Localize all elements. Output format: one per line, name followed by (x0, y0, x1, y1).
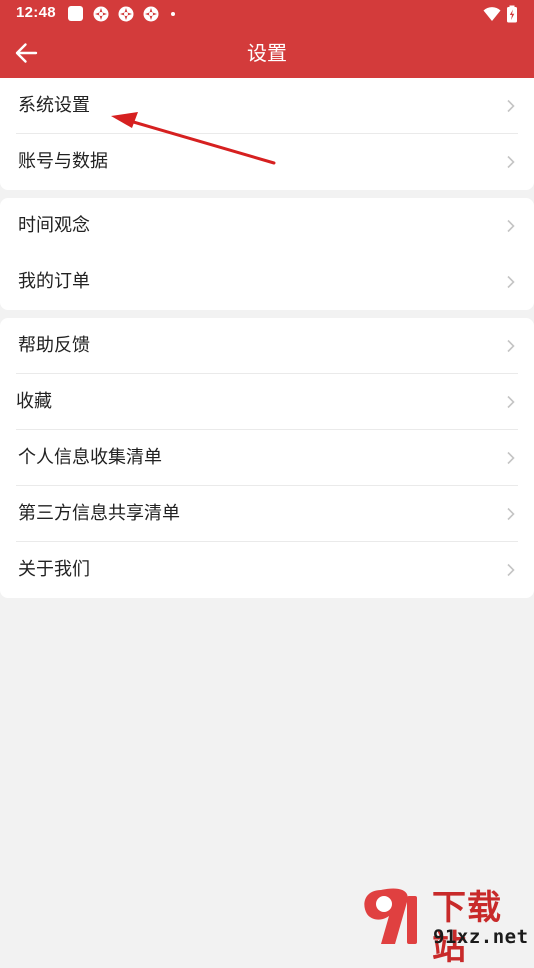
app-flower-icon (118, 6, 134, 22)
settings-group-about: 帮助反馈 收藏 个人信息收集清单 第三方信息共享清单 关于我们 (0, 318, 534, 598)
menu-item-personal-info-list[interactable]: 个人信息收集清单 (0, 430, 534, 486)
menu-item-label: 个人信息收集清单 (18, 447, 162, 468)
page-title: 设置 (247, 41, 287, 65)
menu-item-label: 账号与数据 (18, 151, 108, 172)
status-bar: 12:48 (0, 0, 534, 28)
menu-item-system-settings[interactable]: 系统设置 (0, 78, 534, 134)
menu-item-favorites[interactable]: 收藏 (0, 374, 534, 430)
app-flower-icon (93, 6, 109, 22)
chevron-right-icon (507, 275, 515, 289)
menu-item-label: 系统设置 (18, 95, 90, 116)
status-time: 12:48 (16, 4, 56, 21)
menu-item-about-us[interactable]: 关于我们 (0, 542, 534, 598)
menu-item-my-orders[interactable]: 我的订单 (0, 254, 534, 310)
watermark-site: 91xz.net (433, 926, 529, 948)
wifi-icon (483, 7, 501, 21)
settings-group-account: 系统设置 账号与数据 (0, 78, 534, 190)
menu-item-label: 关于我们 (18, 559, 90, 580)
app-flower-icon (143, 6, 159, 22)
menu-item-label: 我的订单 (18, 271, 90, 292)
menu-item-label: 帮助反馈 (18, 335, 90, 356)
menu-item-label: 收藏 (16, 391, 52, 412)
chevron-right-icon (507, 395, 515, 409)
menu-item-account-data[interactable]: 账号与数据 (0, 134, 534, 190)
chevron-right-icon (507, 507, 515, 521)
chevron-right-icon (507, 451, 515, 465)
app-bar: 12:48 设置 (0, 0, 534, 78)
menu-item-label: 第三方信息共享清单 (18, 503, 180, 524)
menu-item-help-feedback[interactable]: 帮助反馈 (0, 318, 534, 374)
chevron-right-icon (507, 563, 515, 577)
battery-icon (507, 5, 517, 23)
settings-group-personal: 时间观念 我的订单 (0, 198, 534, 310)
chevron-right-icon (507, 99, 515, 113)
menu-item-label: 时间观念 (18, 215, 90, 236)
notification-square-icon (68, 6, 83, 21)
chevron-right-icon (507, 155, 515, 169)
dot-icon (171, 12, 175, 16)
chevron-right-icon (507, 219, 515, 233)
menu-item-time-concept[interactable]: 时间观念 (0, 198, 534, 254)
chevron-right-icon (507, 339, 515, 353)
menu-item-third-party-sharing-list[interactable]: 第三方信息共享清单 (0, 486, 534, 542)
